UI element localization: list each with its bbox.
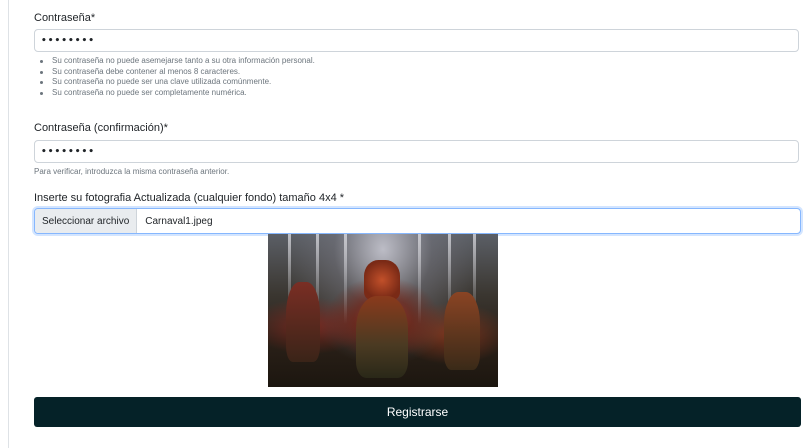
password-help-list: Su contraseña no puede asemejarse tanto …: [34, 56, 315, 98]
select-file-button[interactable]: Seleccionar archivo: [35, 209, 138, 233]
registration-page: Contraseña* Su contraseña no puede aseme…: [0, 0, 811, 448]
left-divider: [8, 0, 9, 448]
photo-light-streak: [344, 234, 347, 324]
dancer-mask: [364, 260, 400, 300]
dancer-left: [286, 282, 320, 362]
password-confirm-label: Contraseña (confirmación)*: [34, 122, 168, 134]
password-confirm-field-wrapper: [34, 140, 799, 163]
selected-file-name: Carnaval1.jpeg: [145, 215, 213, 227]
photo-upload-label: Inserte su fotografia Actualizada (cualq…: [34, 192, 345, 204]
password-help-item: Su contraseña no puede ser completamente…: [40, 88, 315, 99]
password-input[interactable]: [35, 30, 798, 52]
password-field-wrapper: [34, 29, 799, 52]
password-help-item: Su contraseña debe contener al menos 8 c…: [40, 67, 315, 78]
password-help-item: Su contraseña no puede ser una clave uti…: [40, 77, 315, 88]
dancer-costume: [356, 296, 408, 378]
photo-file-input[interactable]: Seleccionar archivo Carnaval1.jpeg: [34, 208, 801, 234]
password-confirm-help: Para verificar, introduzca la misma cont…: [34, 167, 230, 176]
dancer-right: [444, 292, 480, 370]
password-help-item: Su contraseña no puede asemejarse tanto …: [40, 56, 315, 65]
register-button[interactable]: Registrarse: [34, 397, 801, 427]
photo-preview: [268, 234, 498, 387]
password-confirm-input[interactable]: [35, 141, 798, 163]
password-label: Contraseña*: [34, 12, 96, 24]
photo-light-streak: [418, 234, 421, 324]
